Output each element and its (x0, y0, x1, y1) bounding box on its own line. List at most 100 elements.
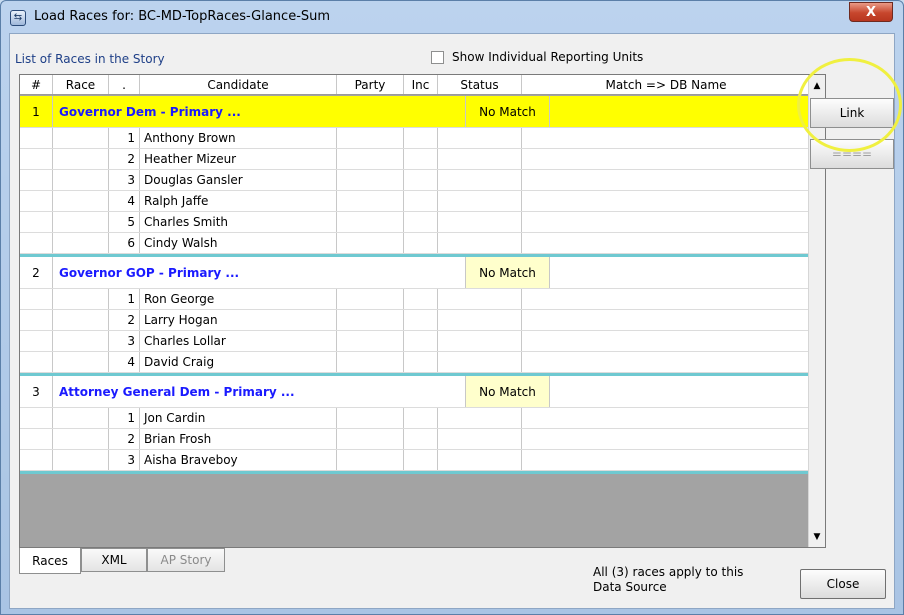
candidate-blank-num (20, 233, 53, 253)
show-units-checkbox[interactable] (431, 50, 444, 64)
candidate-party (337, 310, 404, 330)
candidate-row[interactable]: 2 Larry Hogan (20, 310, 810, 331)
candidate-party (337, 233, 404, 253)
races-grid[interactable]: # Race . Candidate Party Inc Status Matc… (19, 74, 826, 548)
candidate-party (337, 331, 404, 351)
candidate-status (438, 212, 522, 232)
candidate-number: 1 (109, 128, 140, 148)
candidate-blank-num (20, 450, 53, 470)
candidate-row[interactable]: 2 Heather Mizeur (20, 149, 810, 170)
candidate-number: 1 (109, 408, 140, 428)
candidate-blank-race (53, 352, 109, 372)
col-header-race[interactable]: Race (53, 75, 109, 94)
race-row[interactable]: 2 Governor GOP - Primary ... No Match (20, 257, 810, 289)
candidate-inc (404, 429, 438, 449)
candidate-match (522, 408, 810, 428)
races-apply-note-line2: Data Source (593, 580, 667, 594)
race-row[interactable]: 3 Attorney General Dem - Primary ... No Ma… (20, 376, 810, 408)
window-title: Load Races for: BC-MD-TopRaces-Glance-Su… (34, 9, 331, 24)
candidate-party (337, 450, 404, 470)
candidate-blank-num (20, 310, 53, 330)
scroll-down-arrow-icon[interactable]: ▼ (809, 528, 825, 545)
candidate-match (522, 149, 810, 169)
candidate-status (438, 310, 522, 330)
candidate-name: Anthony Brown (140, 128, 337, 148)
race-separator (20, 471, 810, 474)
candidate-status (438, 191, 522, 211)
candidate-name: Heather Mizeur (140, 149, 337, 169)
candidate-blank-race (53, 450, 109, 470)
race-number: 1 (20, 96, 53, 127)
candidate-row[interactable]: 5 Charles Smith (20, 212, 810, 233)
col-header-dot[interactable]: . (109, 75, 140, 94)
bottom-tab-strip: Races XML AP Story (19, 548, 225, 574)
tab-ap-story[interactable]: AP Story (147, 548, 225, 572)
col-header-match[interactable]: Match => DB Name (522, 75, 810, 94)
candidate-name: Aisha Braveboy (140, 450, 337, 470)
show-units-toggle[interactable]: Show Individual Reporting Units (431, 50, 643, 64)
candidate-number: 2 (109, 149, 140, 169)
candidate-number: 4 (109, 352, 140, 372)
race-title: Governor Dem - Primary ... (53, 96, 466, 127)
race-number: 2 (20, 257, 53, 288)
candidate-match (522, 310, 810, 330)
candidate-blank-num (20, 429, 53, 449)
candidate-row[interactable]: 1 Ron George (20, 289, 810, 310)
candidate-row[interactable]: 4 David Craig (20, 352, 810, 373)
close-button[interactable]: Close (800, 569, 886, 599)
dialog-client-area: List of Races in the Story Show Individu… (9, 33, 902, 609)
candidate-number: 6 (109, 233, 140, 253)
candidate-inc (404, 149, 438, 169)
candidate-row[interactable]: 1 Jon Cardin (20, 408, 810, 429)
app-icon: ⇆ (10, 10, 26, 26)
candidate-match (522, 212, 810, 232)
candidate-status (438, 170, 522, 190)
candidate-blank-race (53, 170, 109, 190)
candidate-status (438, 289, 522, 309)
dialog-window: ⇆ Load Races for: BC-MD-TopRaces-Glance-… (0, 0, 904, 615)
link-button[interactable]: Link (810, 98, 894, 128)
candidate-row[interactable]: 1 Anthony Brown (20, 128, 810, 149)
scroll-up-arrow-icon[interactable]: ▲ (809, 77, 825, 94)
candidate-status (438, 233, 522, 253)
candidate-name: Jon Cardin (140, 408, 337, 428)
candidate-row[interactable]: 4 Ralph Jaffe (20, 191, 810, 212)
title-bar: ⇆ Load Races for: BC-MD-TopRaces-Glance-… (1, 1, 903, 33)
candidate-blank-race (53, 212, 109, 232)
race-match-cell[interactable] (550, 376, 810, 407)
races-apply-note-line1: All (3) races apply to this (593, 565, 744, 579)
col-header-candidate[interactable]: Candidate (140, 75, 337, 94)
tab-xml[interactable]: XML (81, 548, 147, 572)
candidate-inc (404, 212, 438, 232)
window-close-button[interactable]: X (849, 2, 893, 22)
candidate-status (438, 352, 522, 372)
candidate-name: Charles Smith (140, 212, 337, 232)
candidate-inc (404, 408, 438, 428)
race-row[interactable]: 1 Governor Dem - Primary ... No Match (20, 96, 810, 128)
candidate-row[interactable]: 6 Cindy Walsh (20, 233, 810, 254)
tab-races[interactable]: Races (19, 548, 81, 574)
race-status: No Match (466, 376, 550, 407)
col-header-party[interactable]: Party (337, 75, 404, 94)
col-header-status[interactable]: Status (438, 75, 522, 94)
candidate-status (438, 331, 522, 351)
candidate-row[interactable]: 2 Brian Frosh (20, 429, 810, 450)
candidate-blank-num (20, 408, 53, 428)
candidate-number: 3 (109, 331, 140, 351)
candidate-row[interactable]: 3 Aisha Braveboy (20, 450, 810, 471)
race-match-cell[interactable] (550, 257, 810, 288)
candidate-row[interactable]: 3 Charles Lollar (20, 331, 810, 352)
candidate-inc (404, 289, 438, 309)
candidate-blank-num (20, 289, 53, 309)
col-header-inc[interactable]: Inc (404, 75, 438, 94)
candidate-party (337, 429, 404, 449)
candidate-number: 1 (109, 289, 140, 309)
candidate-name: David Craig (140, 352, 337, 372)
candidate-blank-race (53, 191, 109, 211)
candidate-number: 5 (109, 212, 140, 232)
col-header-num[interactable]: # (20, 75, 53, 94)
candidate-row[interactable]: 3 Douglas Gansler (20, 170, 810, 191)
candidate-number: 3 (109, 170, 140, 190)
unlink-button[interactable]: ==== (810, 139, 894, 169)
race-match-cell[interactable] (550, 96, 810, 127)
